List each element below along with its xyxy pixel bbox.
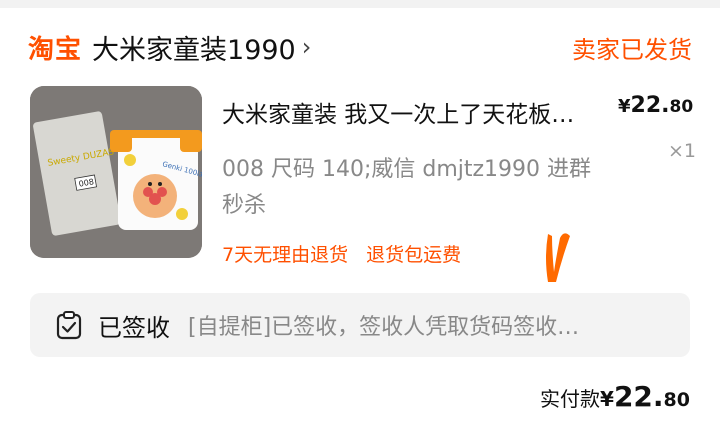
total-integer: 22. (613, 380, 664, 413)
service-tags: 7天无理由退货 退货包运费 (222, 240, 461, 267)
product-thumbnail[interactable]: Sweety DUZAS 008 Genki 100ばい (30, 86, 202, 258)
product-image: Sweety DUZAS 008 Genki 100ばい (30, 86, 202, 258)
item-quantity: ×1 (668, 140, 697, 162)
chevron-right-icon[interactable]: › (302, 33, 312, 61)
price-integer: 22. (630, 93, 670, 118)
order-status: 卖家已发货 (572, 35, 692, 64)
clipboard-check-icon (56, 311, 82, 340)
item-price: ¥22.80 (618, 93, 693, 118)
order-header: 淘宝 大米家童装1990 › 卖家已发货 (28, 22, 692, 72)
total-label: 实付款 (540, 387, 601, 411)
price-currency: ¥ (618, 96, 631, 117)
total-cents: 80 (663, 389, 690, 411)
shop-name-link[interactable]: 大米家童装1990 (92, 28, 296, 67)
product-title[interactable]: 大米家童装 我又一次上了天花板… (222, 95, 612, 129)
logistics-notice[interactable]: 已签收 [自提柜]已签收，签收人凭取货码签收… (30, 293, 690, 357)
logistics-detail: [自提柜]已签收，签收人凭取货码签收… (188, 315, 580, 340)
taobao-logo: 淘宝 (28, 34, 83, 65)
total-currency: ¥ (600, 387, 614, 411)
top-divider (0, 0, 720, 8)
tag-return-shipping: 退货包运费 (366, 244, 462, 266)
price-cents: 80 (669, 97, 694, 117)
logistics-status-label: 已签收 (98, 313, 170, 342)
product-spec: 008 尺码 140;威信 dmjtz1990 进群秒杀 (222, 157, 592, 218)
order-total: 实付款 ¥22.80 (540, 380, 690, 413)
orange-scribble-mark (546, 233, 570, 282)
tag-7day-return: 7天无理由退货 (222, 244, 349, 266)
total-price: ¥22.80 (600, 380, 690, 413)
